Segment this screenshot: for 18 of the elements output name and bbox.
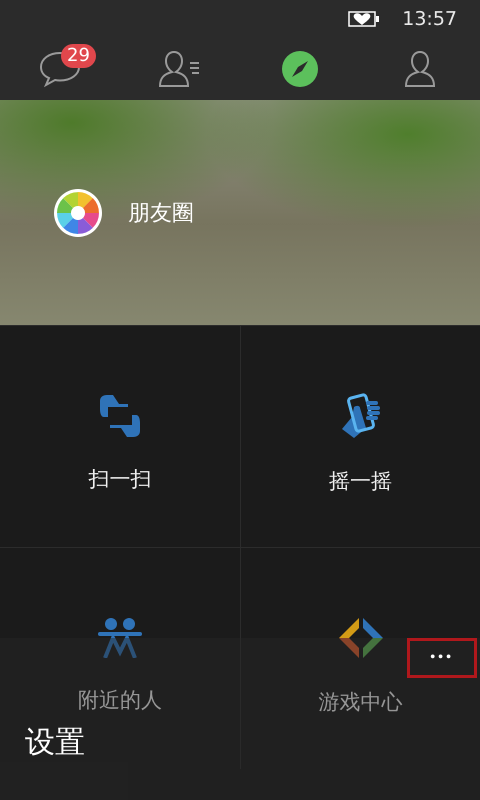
battery-icon bbox=[348, 11, 380, 27]
two-people-icon bbox=[97, 618, 143, 658]
status-time: 13:57 bbox=[402, 8, 457, 30]
feature-tile[interactable]: 扫一扫 bbox=[0, 325, 240, 547]
nav-tab[interactable]: 29 bbox=[25, 44, 95, 94]
menu-item[interactable]: 设置 bbox=[25, 722, 85, 763]
unread-count-badge: 29 bbox=[61, 44, 96, 68]
feature-label: 附近的人 bbox=[78, 686, 162, 714]
feature-label: 摇一摇 bbox=[329, 468, 392, 494]
scan-icon bbox=[98, 394, 142, 436]
moments-label: 朋友圈 bbox=[128, 200, 194, 228]
diamond-logo-icon bbox=[338, 616, 382, 660]
feature-label: 扫一扫 bbox=[88, 466, 152, 492]
aperture-logo-icon bbox=[54, 188, 102, 236]
moments-banner[interactable]: 朋友圈 bbox=[0, 100, 480, 325]
more-button[interactable]: ••• bbox=[422, 644, 462, 668]
feature-label: 游戏中心 bbox=[318, 688, 402, 716]
feature-tile[interactable]: 摇一摇 bbox=[240, 325, 480, 547]
